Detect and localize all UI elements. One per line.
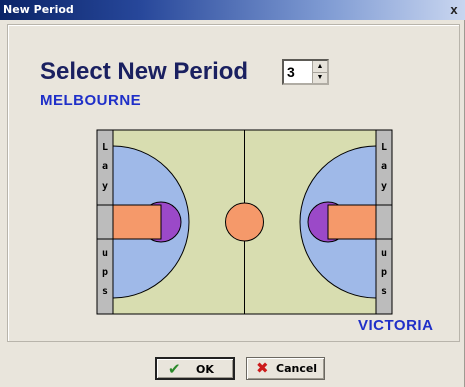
- left-layup-letter: y: [102, 181, 108, 192]
- left-layup-letter: p: [102, 267, 108, 278]
- check-icon: ✔: [168, 360, 181, 378]
- right-layup-letter: p: [381, 267, 387, 278]
- cancel-button-label: Cancel: [276, 362, 318, 375]
- left-layup-letter: a: [102, 161, 108, 172]
- left-layup-letter: s: [102, 286, 108, 297]
- away-team-label: VICTORIA: [358, 317, 434, 334]
- x-icon: ✖: [256, 359, 269, 377]
- right-layup-letter: a: [381, 161, 387, 172]
- right-layup-letter: u: [381, 248, 387, 259]
- cancel-button[interactable]: ✖ Cancel: [246, 357, 325, 380]
- new-period-dialog: New Period x Select New Period 3 ▲ ▼ MEL…: [0, 0, 465, 387]
- left-key: [112, 204, 162, 240]
- ok-button-label: OK: [196, 363, 214, 376]
- right-key: [327, 204, 377, 240]
- left-layup-letter: L: [102, 142, 108, 153]
- right-layup-letter: s: [381, 286, 387, 297]
- center-circle: [225, 202, 264, 242]
- right-layup-letter: y: [381, 181, 387, 192]
- ok-button[interactable]: ✔ OK: [155, 357, 235, 380]
- left-layup-letter: u: [102, 248, 108, 259]
- right-layup-letter: L: [381, 142, 387, 153]
